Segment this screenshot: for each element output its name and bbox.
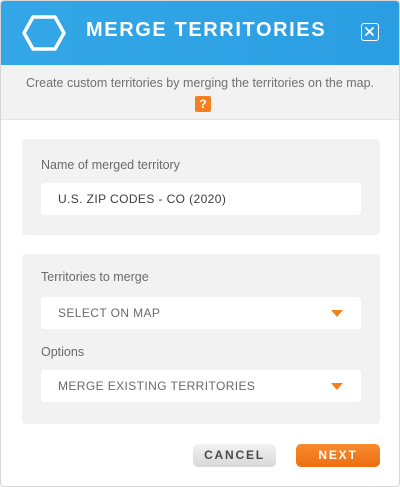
description: Create custom territories by merging the… (19, 74, 381, 112)
chevron-down-icon (331, 383, 343, 390)
close-icon (365, 27, 374, 36)
cancel-button[interactable]: CANCEL (193, 444, 276, 467)
chevron-down-icon (331, 310, 343, 317)
territories-label: Territories to merge (41, 270, 149, 284)
dialog-header: MERGE TERRITORIES (1, 1, 399, 65)
options-select-value: MERGE EXISTING TERRITORIES (58, 379, 256, 393)
description-text: Create custom territories by merging the… (25, 76, 375, 90)
merge-territories-dialog: MERGE TERRITORIES Create custom territor… (0, 0, 400, 487)
name-section: Name of merged territory U.S. ZIP CODES … (22, 139, 380, 235)
options-label: Options (41, 345, 85, 359)
territories-select-value: SELECT ON MAP (58, 306, 161, 320)
territory-name-value: U.S. ZIP CODES - CO (2020) (58, 192, 227, 206)
next-button[interactable]: NEXT (296, 444, 380, 467)
description-bar: Create custom territories by merging the… (1, 65, 399, 120)
close-button[interactable] (361, 23, 379, 41)
help-icon[interactable]: ? (195, 96, 211, 112)
dialog-title: MERGE TERRITORIES (86, 19, 327, 41)
territory-name-input[interactable]: U.S. ZIP CODES - CO (2020) (41, 183, 361, 215)
hexagon-icon (22, 15, 66, 51)
name-label: Name of merged territory (41, 158, 180, 172)
merge-section: Territories to merge SELECT ON MAP Optio… (22, 254, 380, 424)
options-select[interactable]: MERGE EXISTING TERRITORIES (41, 370, 361, 402)
territories-select[interactable]: SELECT ON MAP (41, 297, 361, 329)
